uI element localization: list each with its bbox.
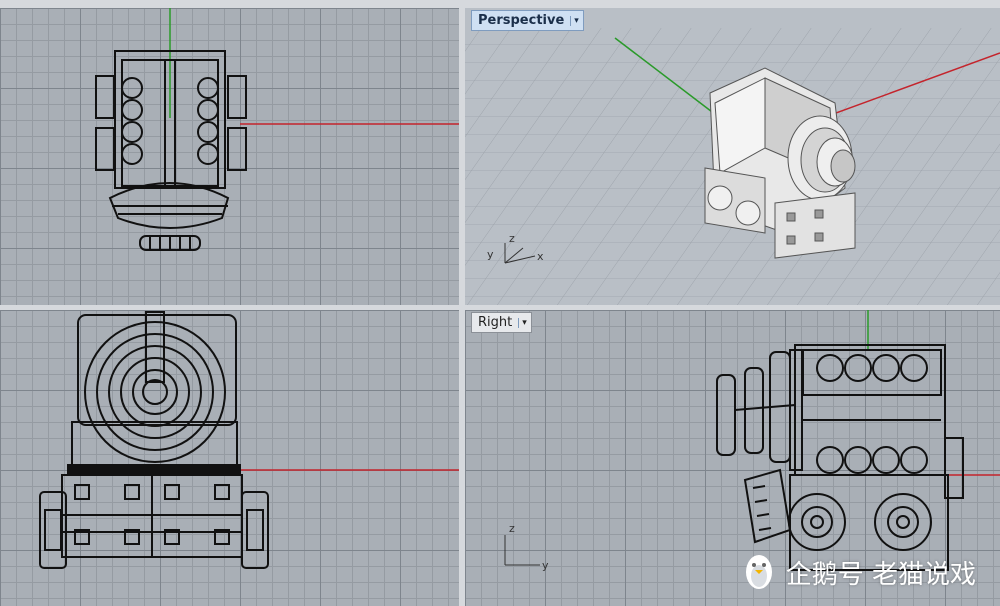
viewport-front[interactable]: [0, 310, 459, 606]
gizmo-z-label: z: [509, 232, 515, 245]
engine-wireframe-front: [39, 311, 269, 569]
viewport-label: Right: [478, 315, 513, 330]
viewport-right[interactable]: z y Right ▾ 企鹅号 老猫说戏: [465, 310, 1000, 606]
tab-right[interactable]: Right ▾: [471, 312, 532, 333]
front-view-canvas: [39, 311, 459, 569]
viewport-menu-arrow-icon[interactable]: ▾: [518, 317, 527, 328]
engine-wireframe-top: [95, 50, 247, 251]
rhino-workspace: z y x Perspective ▾ z y Right ▾ 企鹅号 老猫说戏: [0, 0, 1000, 606]
gizmo-y-label: y: [542, 559, 549, 572]
viewport-top[interactable]: [0, 8, 459, 305]
penguin-icon: [745, 555, 772, 589]
perspective-canvas: z y x: [465, 28, 1000, 305]
viewport-label: Perspective: [478, 13, 565, 28]
watermark-text: 企鹅号 老猫说戏: [785, 559, 976, 590]
engine-wireframe-right: [716, 344, 964, 571]
gizmo-y-label: y: [487, 248, 494, 261]
top-view-canvas: [95, 8, 459, 251]
gizmo-z-label: z: [509, 522, 515, 535]
watermark: 企鹅号 老猫说戏: [742, 552, 976, 592]
viewport-perspective[interactable]: z y x Perspective ▾: [465, 8, 1000, 305]
tab-perspective[interactable]: Perspective ▾: [471, 10, 584, 31]
gizmo-x-label: x: [537, 250, 544, 263]
viewport-menu-arrow-icon[interactable]: ▾: [570, 15, 579, 26]
axis-gizmo-right: z y: [504, 522, 549, 572]
